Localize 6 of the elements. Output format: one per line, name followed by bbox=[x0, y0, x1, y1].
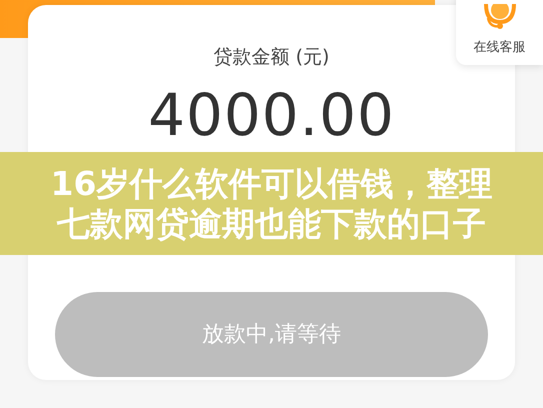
support-panel[interactable]: 在线客服 bbox=[456, 0, 543, 65]
title-line: 16岁什么软件可以借钱，整理 bbox=[50, 164, 492, 204]
support-label: 在线客服 bbox=[474, 38, 526, 56]
amount-label: 贷款金额 (元) bbox=[214, 45, 330, 70]
title-line: 七款网贷逾期也能下款的口子 bbox=[57, 204, 486, 244]
loan-amount: 4000.00 bbox=[148, 86, 395, 144]
